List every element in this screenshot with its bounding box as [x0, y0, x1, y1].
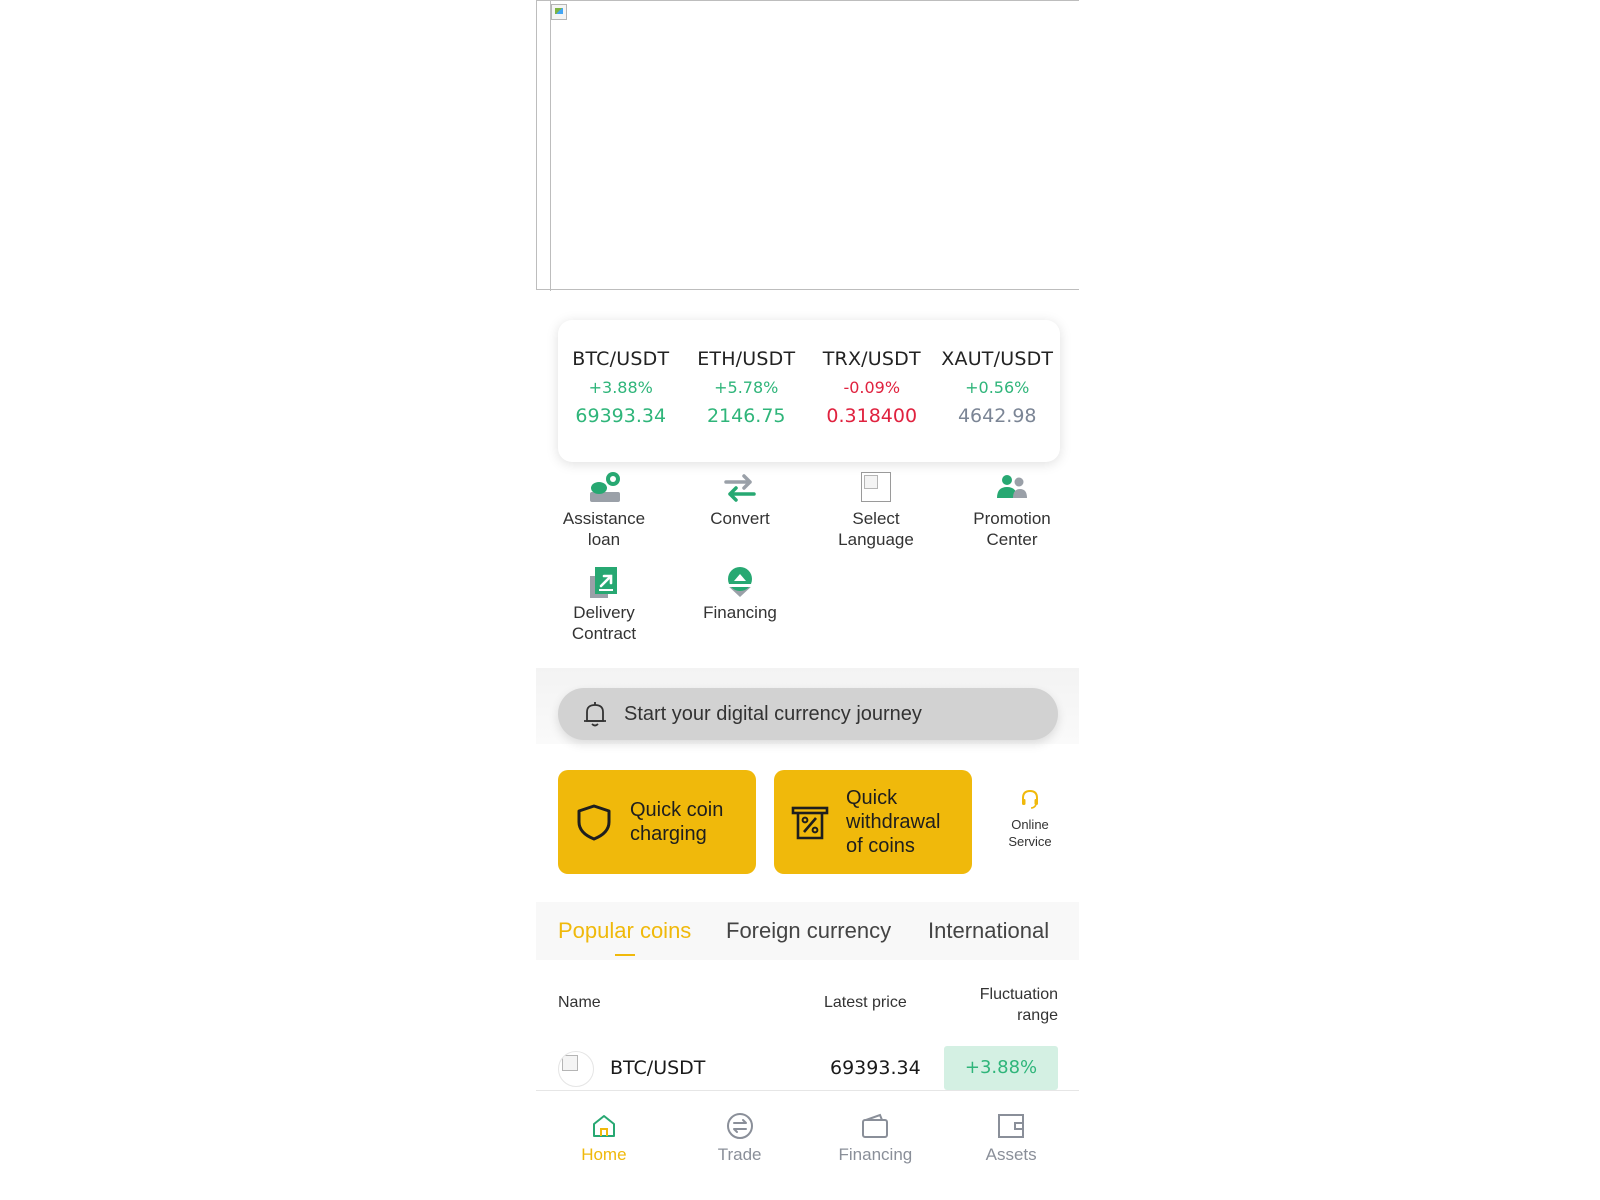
- ticker-pair: ETH/USDT: [697, 348, 796, 370]
- market-tabs: Popular coins Foreign currency Internati…: [536, 902, 1079, 960]
- online-service-label: Online Service: [1008, 817, 1052, 849]
- ticker-change: +5.78%: [714, 378, 779, 397]
- receipt-percent-icon: [790, 802, 830, 842]
- quick-withdraw-label: Quick withdrawal of coins: [846, 787, 941, 857]
- feature-label: Convert: [710, 509, 770, 528]
- bell-icon: [580, 699, 610, 729]
- ticker-change: +0.56%: [965, 378, 1030, 397]
- feature-delivery-contract[interactable]: Delivery Contract: [536, 564, 672, 644]
- financing-icon: [722, 564, 758, 600]
- notice-bar[interactable]: Start your digital currency journey: [558, 688, 1058, 740]
- feature-grid: Assistance loan Convert Select Language: [536, 470, 1079, 644]
- table-row[interactable]: BTC/USDT 69393.34 +3.88%: [558, 1046, 1058, 1090]
- bottom-nav: Home Trade Financing Assets: [536, 1090, 1079, 1200]
- quick-charge-button[interactable]: Quick coin charging: [558, 770, 756, 874]
- ticker-pair: TRX/USDT: [822, 348, 921, 370]
- assets-icon: [996, 1111, 1026, 1141]
- feature-label: Financing: [703, 603, 777, 622]
- online-service-button[interactable]: Online Service: [988, 788, 1072, 850]
- users-icon: [994, 470, 1030, 506]
- ticker-change: -0.09%: [843, 378, 901, 397]
- ticker-change: +3.88%: [588, 378, 653, 397]
- nav-financing[interactable]: Financing: [808, 1091, 944, 1200]
- nav-home[interactable]: Home: [536, 1091, 672, 1200]
- row-coin-name: BTC/USDT: [610, 1057, 706, 1079]
- feature-convert[interactable]: Convert: [672, 470, 808, 550]
- market-table-header: Name Latest price Fluctuation range: [558, 980, 1058, 1028]
- feature-select-language[interactable]: Select Language: [808, 470, 944, 550]
- feature-label: Assistance loan: [562, 509, 646, 549]
- loan-icon: [586, 470, 622, 506]
- ticker-card: BTC/USDT +3.88% 69393.34 ETH/USDT +5.78%…: [558, 320, 1060, 462]
- ticker-price: 69393.34: [575, 405, 667, 427]
- nav-label: Trade: [717, 1145, 762, 1164]
- feature-label: Delivery Contract: [571, 603, 637, 643]
- trade-icon: [725, 1111, 755, 1141]
- nav-label: Home: [581, 1145, 627, 1164]
- feature-financing[interactable]: Financing: [672, 564, 808, 644]
- ticker-price: 0.318400: [826, 405, 918, 427]
- column-latest-price: Latest price: [824, 994, 907, 1011]
- ticker-item[interactable]: ETH/USDT +5.78% 2146.75: [684, 320, 810, 462]
- nav-trade[interactable]: Trade: [672, 1091, 808, 1200]
- ticker-pair: XAUT/USDT: [941, 348, 1054, 370]
- language-image: [858, 470, 894, 506]
- ticker-item[interactable]: BTC/USDT +3.88% 69393.34: [558, 320, 684, 462]
- ticker-pair: BTC/USDT: [572, 348, 670, 370]
- feature-label: Select Language: [838, 509, 914, 549]
- feature-promotion-center[interactable]: Promotion Center: [944, 470, 1080, 550]
- banner-image: [551, 4, 567, 20]
- row-latest-price: 69393.34: [830, 1057, 921, 1079]
- coin-logo: [558, 1051, 594, 1087]
- nav-label: Financing: [838, 1145, 913, 1164]
- ticker-price: 4642.98: [957, 405, 1037, 427]
- app-container: BTC/USDT +3.88% 69393.34 ETH/USDT +5.78%…: [536, 0, 1079, 1200]
- nav-assets[interactable]: Assets: [943, 1091, 1079, 1200]
- tab-foreign-currency[interactable]: Foreign currency: [726, 918, 891, 944]
- quick-charge-label: Quick coin charging: [630, 799, 724, 845]
- nav-label: Assets: [985, 1145, 1037, 1164]
- notice-section: Start your digital currency journey: [536, 668, 1079, 744]
- ticker-price: 2146.75: [706, 405, 786, 427]
- feature-label: Promotion Center: [973, 509, 1051, 549]
- ticker-item[interactable]: XAUT/USDT +0.56% 4642.98: [935, 320, 1061, 462]
- banner-carousel[interactable]: [536, 0, 1079, 291]
- column-fluctuation: Fluctuation range: [979, 986, 1058, 1024]
- home-icon: [589, 1111, 619, 1141]
- tab-popular-coins[interactable]: Popular coins: [558, 918, 691, 956]
- contract-icon: [586, 564, 622, 600]
- shield-icon: [574, 802, 614, 842]
- notice-text: Start your digital currency journey: [624, 702, 922, 725]
- quick-withdraw-button[interactable]: Quick withdrawal of coins: [774, 770, 972, 874]
- wallet-icon: [860, 1111, 890, 1141]
- convert-icon: [722, 470, 758, 506]
- banner-edge: [550, 1, 551, 291]
- row-change-badge: +3.88%: [944, 1046, 1058, 1090]
- headset-icon: [1019, 788, 1041, 810]
- ticker-item[interactable]: TRX/USDT -0.09% 0.318400: [809, 320, 935, 462]
- column-name: Name: [558, 994, 601, 1011]
- feature-assistance-loan[interactable]: Assistance loan: [536, 470, 672, 550]
- tab-international[interactable]: International: [928, 918, 1049, 944]
